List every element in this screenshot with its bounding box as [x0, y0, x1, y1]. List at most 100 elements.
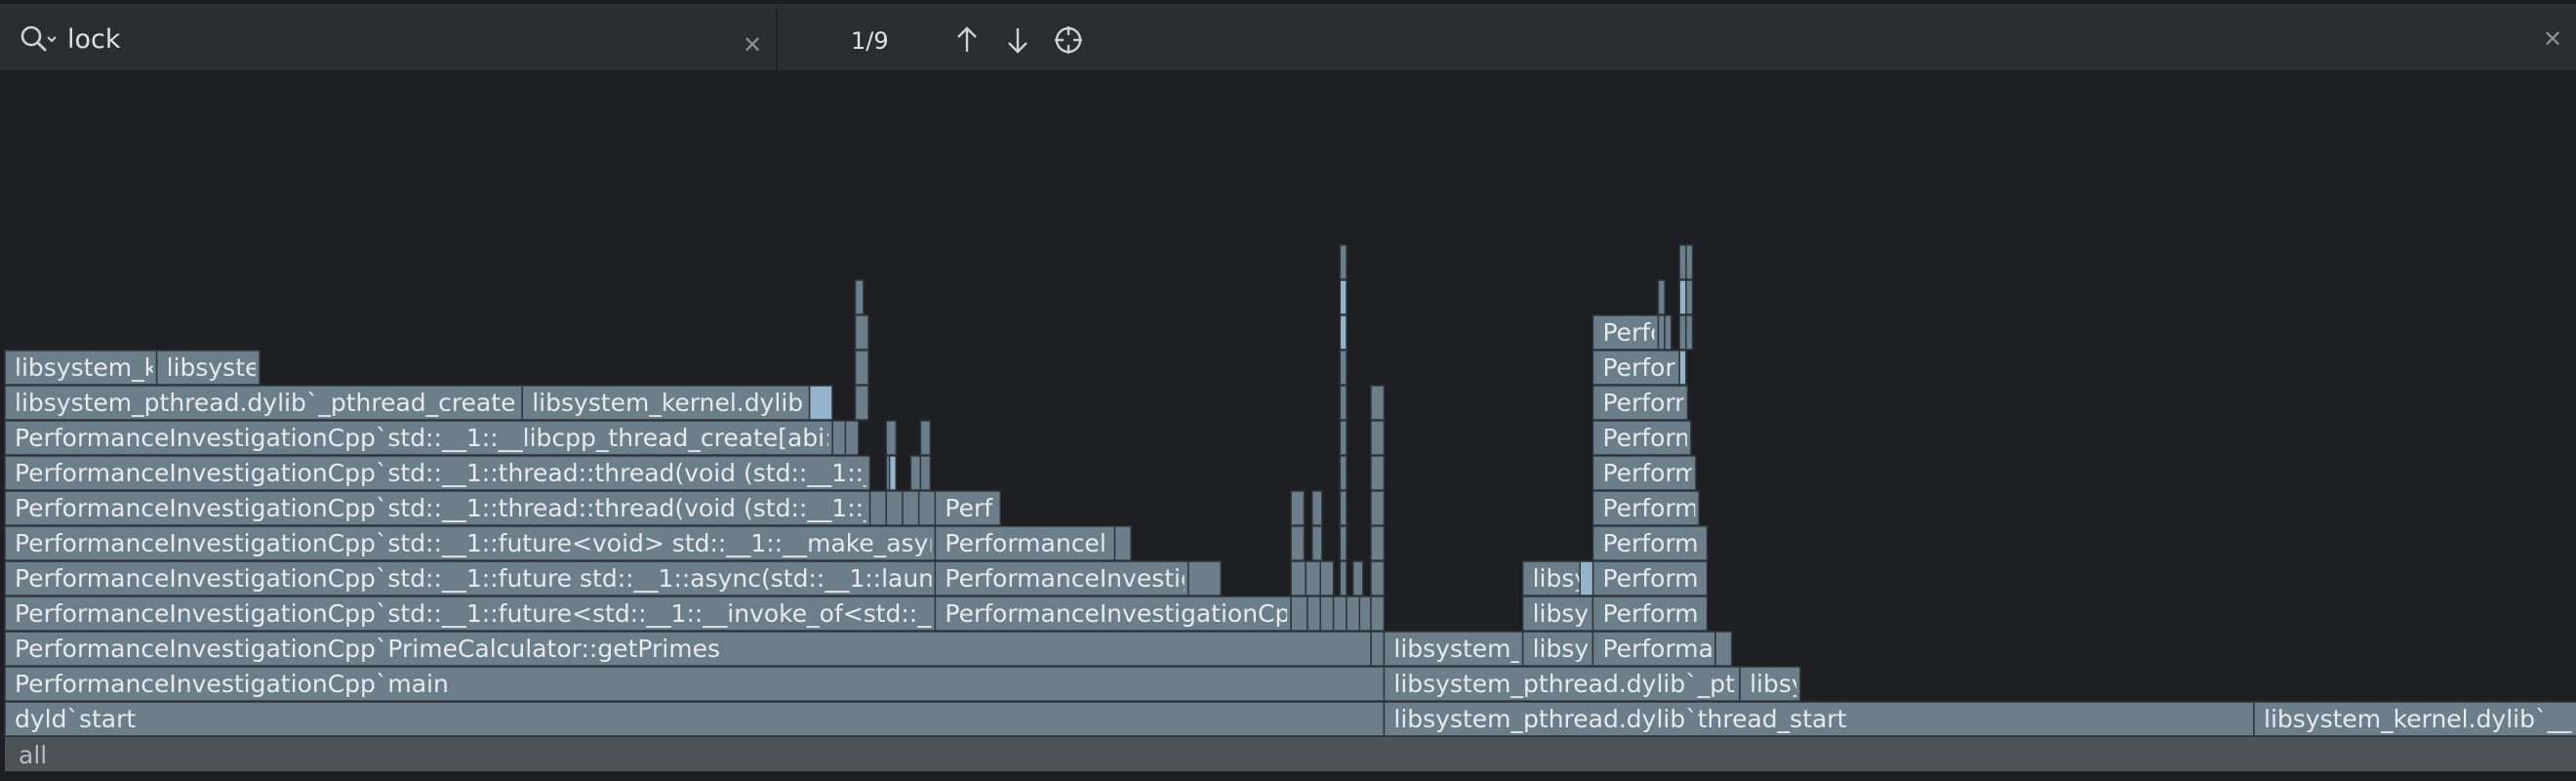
crosshair-icon[interactable] — [1053, 23, 1084, 57]
sliver-frame-53[interactable] — [1685, 244, 1694, 280]
sliver-frame-4[interactable] — [854, 314, 869, 350]
sliver-frame-32[interactable] — [1311, 490, 1323, 526]
frame-f7[interactable]: libsystem_ — [1383, 631, 1524, 667]
sliver-frame-44[interactable] — [1370, 455, 1386, 491]
frame-f1[interactable]: libsystem_pthread.dylib`thread_start — [1383, 701, 2255, 737]
sliver-frame-52[interactable] — [1685, 279, 1694, 315]
frame-f16[interactable]: PerformanceInvestig — [934, 560, 1195, 596]
search-box[interactable]: ✕ — [5, 10, 778, 70]
frame-f35[interactable]: Perfo — [1591, 314, 1666, 350]
frame-f12[interactable]: PerformanceInvestigationCp — [934, 596, 1292, 632]
search-match-3[interactable] — [1678, 349, 1687, 386]
frame-f30[interactable]: libsystem_kernel.dylib` — [521, 385, 816, 421]
search-match-5[interactable] — [1579, 560, 1594, 596]
sliver-frame-27[interactable] — [1351, 560, 1364, 596]
sliver-frame-12[interactable] — [909, 455, 922, 491]
frame-f2[interactable]: libsystem_kernel.dylib`__ — [2253, 701, 2576, 737]
sliver-frame-0[interactable] — [831, 420, 847, 456]
sliver-frame-7[interactable] — [885, 490, 904, 526]
sliver-frame-35[interactable] — [1339, 420, 1348, 456]
sliver-frame-49[interactable] — [1664, 314, 1672, 350]
frame-f8[interactable]: libsy — [1521, 631, 1594, 667]
sliver-frame-34[interactable] — [1339, 455, 1348, 491]
sliver-frame-8[interactable] — [902, 490, 920, 526]
sliver-frame-50[interactable] — [1678, 314, 1687, 350]
search-dropdown-icon[interactable] — [19, 23, 58, 57]
frame-f4[interactable]: libsystem_pthread.dylib`_pth — [1383, 666, 1750, 702]
frame-f6[interactable]: PerformanceInvestigationCpp`PrimeCalcula… — [4, 631, 1372, 667]
sliver-frame-19[interactable] — [1319, 596, 1335, 632]
sliver-frame-11[interactable] — [885, 420, 898, 456]
sliver-frame-30[interactable] — [1339, 525, 1348, 561]
sliver-frame-5[interactable] — [854, 279, 865, 315]
search-input[interactable] — [67, 20, 711, 59]
sliver-frame-25[interactable] — [1319, 560, 1335, 596]
sliver-frame-1[interactable] — [844, 420, 860, 456]
sliver-frame-45[interactable] — [1370, 420, 1386, 456]
frame-f24[interactable]: Perform — [1591, 490, 1700, 526]
sliver-frame-47[interactable] — [1657, 314, 1666, 350]
sliver-frame-3[interactable] — [854, 349, 869, 386]
frame-f20[interactable]: Performancel — [934, 525, 1116, 561]
sliver-frame-46[interactable] — [1370, 385, 1386, 421]
sliver-frame-26[interactable] — [1339, 560, 1348, 596]
sliver-frame-20[interactable] — [1332, 596, 1348, 632]
frame-f25[interactable]: PerformanceInvestigationCpp`std::__1::th… — [4, 455, 915, 491]
sliver-frame-23[interactable] — [1290, 560, 1307, 596]
search-match-0[interactable] — [808, 385, 833, 421]
frame-f31[interactable]: Perform — [1591, 385, 1699, 421]
sliver-frame-14[interactable] — [919, 420, 932, 456]
sliver-frame-38[interactable] — [1339, 244, 1348, 280]
sliver-frame-24[interactable] — [1305, 560, 1321, 596]
sliver-frame-31[interactable] — [1290, 490, 1306, 526]
frame-f10[interactable] — [1714, 631, 1733, 667]
frame-f22[interactable]: PerformanceInvestigationCpp`std::__1::th… — [4, 490, 915, 526]
sliver-frame-39[interactable] — [1370, 631, 1386, 667]
frame-f34[interactable]: Perfor — [1591, 349, 1684, 386]
sliver-frame-42[interactable] — [1370, 525, 1386, 561]
sliver-frame-28[interactable] — [1290, 525, 1306, 561]
sliver-frame-15[interactable] — [1187, 560, 1222, 596]
frame-f32[interactable]: libsystem_k — [4, 349, 159, 386]
frame-f21[interactable]: Perform — [1591, 525, 1709, 561]
sliver-frame-43[interactable] — [1370, 490, 1386, 526]
frame-f18[interactable]: Perform — [1591, 560, 1709, 596]
sliver-frame-16[interactable] — [1113, 525, 1132, 561]
frame-f29[interactable]: libsystem_pthread.dylib`_pthread_create — [4, 385, 523, 421]
frame-f3[interactable]: PerformanceInvestigationCpp`main — [4, 666, 1386, 702]
frame-f26[interactable]: Perform — [1591, 455, 1699, 491]
frame-f27[interactable]: PerformanceInvestigationCpp`std::__1::__… — [4, 420, 863, 456]
frame-f5[interactable]: libsy — [1739, 666, 1806, 702]
sliver-frame-37[interactable] — [1339, 349, 1348, 386]
arrow-up-icon[interactable] — [951, 23, 983, 57]
clear-icon[interactable]: ✕ — [741, 33, 764, 57]
frame-f11[interactable]: PerformanceInvestigationCpp`std::__1::fu… — [4, 596, 989, 632]
frame-f9[interactable]: Performa — [1591, 631, 1716, 667]
frame-f0[interactable]: dyld`start — [4, 701, 1386, 737]
frame-f14[interactable]: Perform — [1591, 596, 1709, 632]
search-match-2[interactable] — [1339, 279, 1348, 315]
sliver-frame-40[interactable] — [1370, 596, 1386, 632]
sliver-frame-13[interactable] — [919, 455, 932, 491]
root-frame[interactable]: all — [5, 737, 2576, 771]
sliver-frame-2[interactable] — [854, 385, 869, 421]
sliver-frame-6[interactable] — [868, 490, 887, 526]
sliver-frame-22[interactable] — [1358, 596, 1372, 632]
sliver-frame-17[interactable] — [1290, 596, 1308, 632]
frame-f23[interactable]: Perf — [934, 490, 1002, 526]
search-match-4[interactable] — [1678, 279, 1687, 315]
sliver-frame-18[interactable] — [1307, 596, 1321, 632]
frame-f33[interactable]: libsyste — [155, 349, 261, 386]
sliver-frame-41[interactable] — [1370, 560, 1386, 596]
sliver-frame-9[interactable] — [917, 490, 937, 526]
frame-f28[interactable]: Perform — [1591, 420, 1699, 456]
frame-f13[interactable]: libsy — [1521, 596, 1594, 632]
sliver-frame-51[interactable] — [1685, 314, 1694, 350]
sliver-frame-29[interactable] — [1311, 525, 1323, 561]
sliver-frame-33[interactable] — [1339, 490, 1348, 526]
sliver-frame-36[interactable] — [1339, 385, 1348, 421]
frame-f19[interactable]: PerformanceInvestigationCpp`std::__1::fu… — [4, 525, 970, 561]
close-icon[interactable]: ✕ — [2541, 27, 2564, 51]
sliver-frame-54[interactable] — [1678, 244, 1687, 280]
sliver-frame-48[interactable] — [1657, 279, 1666, 315]
